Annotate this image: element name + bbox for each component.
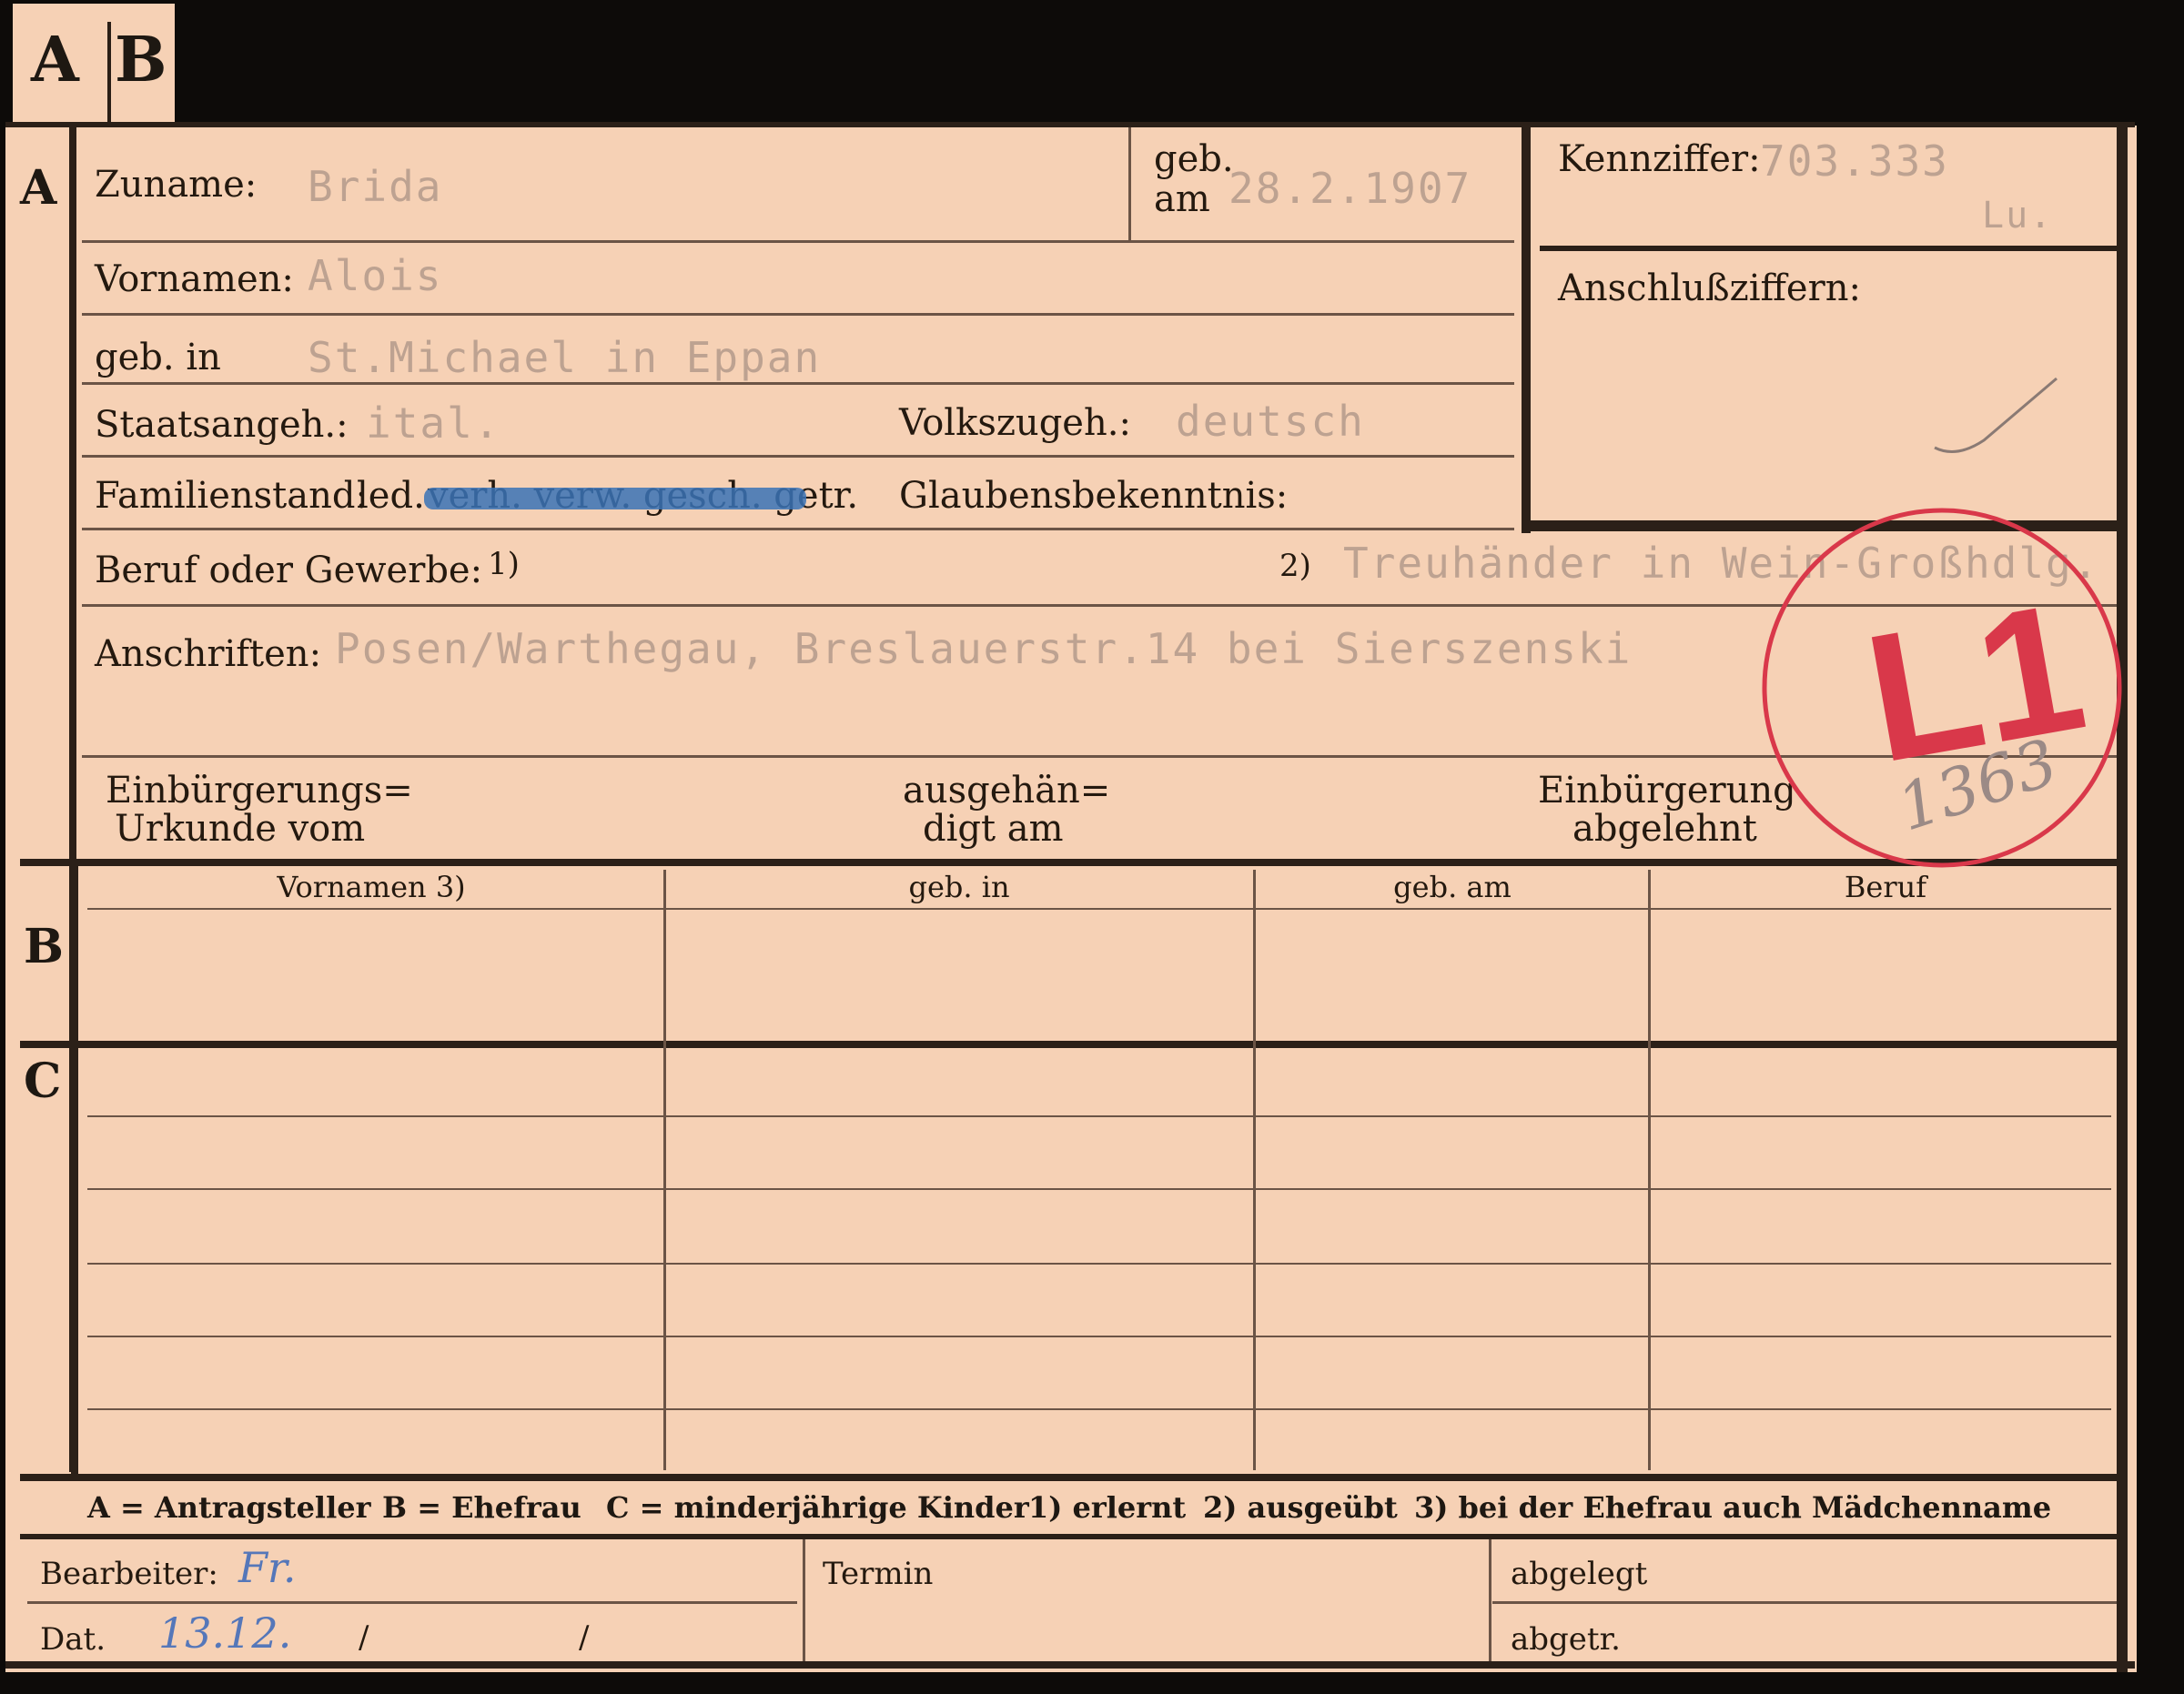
beruf-footnote-1: 1): [488, 546, 520, 582]
ausgehaendigt-label-bottom: digt am: [923, 808, 1064, 850]
datum-label: Dat.: [40, 1621, 106, 1658]
kennziffer-suffix: Lu.: [1982, 195, 2054, 237]
geb-am-value: 28.2.1907: [1228, 164, 1472, 213]
urkunde-label-bottom: Urkunde vom: [115, 808, 366, 850]
datum-value: 13.12.: [158, 1608, 292, 1658]
tab-letter-a: A: [31, 24, 79, 96]
legend-note-3: 3) bei der Ehefrau auch Mädchenname: [1414, 1490, 2052, 1525]
row-rule: [82, 382, 1514, 385]
pencil-checkmark-icon: [1934, 377, 2058, 453]
abgelehnt-label-top: Einbürgerung: [1538, 770, 1796, 812]
column-header-beruf: Beruf: [1844, 870, 1927, 904]
zuname-divider: [1128, 127, 1131, 240]
beruf-footnote-2: 2): [1279, 548, 1311, 584]
table-row-rule: [87, 1263, 2111, 1265]
abgelegt-label: abgelegt: [1511, 1556, 1648, 1592]
table-row-rule: [87, 1115, 2111, 1117]
familienstand-label: Familienstand:: [95, 475, 368, 517]
legend-a: A = Antragsteller: [87, 1490, 371, 1525]
card-tab: A B: [13, 4, 175, 127]
section-a-marker: A: [20, 160, 57, 216]
header-rule: [87, 908, 2111, 910]
footer-row-rule: [27, 1601, 797, 1604]
card-top-rule: [5, 122, 2135, 127]
datum-slash-2: /: [579, 1619, 590, 1656]
footer-divider: [803, 1539, 805, 1661]
geb-in-label: geb. in: [95, 337, 221, 378]
legend-c: C = minderjährige Kinder: [606, 1490, 1029, 1525]
section-b-marker: B: [24, 919, 64, 974]
volkszugeh-value: deutsch: [1176, 397, 1365, 446]
abgelehnt-label-bottom: abgelehnt: [1572, 808, 1757, 850]
row-rule: [82, 528, 1514, 530]
row-rule: [82, 455, 1514, 458]
legend-bottom-rule: [20, 1534, 2128, 1539]
table-left-rule: [71, 866, 78, 1476]
zuname-label: Zuname:: [95, 164, 258, 206]
tab-divider: [107, 22, 111, 126]
anschriften-value: Posen/Warthegau, Breslauerstr.14 bei Sie…: [335, 624, 1633, 673]
staatsangeh-label: Staatsangeh.:: [95, 404, 349, 446]
kennziffer-label: Kennziffer:: [1558, 138, 1761, 180]
row-rule: [82, 240, 1514, 243]
column-header-geb-am: geb. am: [1393, 870, 1512, 904]
table-row-rule: [87, 1188, 2111, 1190]
familienstand-led: led.: [357, 475, 425, 517]
termin-label: Termin: [823, 1556, 934, 1592]
footer-divider: [1489, 1539, 1491, 1661]
beruf-label: Beruf oder Gewerbe:: [95, 550, 483, 591]
column-header-geb-in: geb. in: [908, 870, 1010, 904]
abgetr-label: abgetr.: [1511, 1621, 1621, 1658]
card-bottom-rule: [5, 1661, 2135, 1669]
card-right-rule: [2117, 126, 2128, 1672]
geb-in-value: St.Michael in Eppan: [308, 333, 822, 382]
table-row-rule: [87, 1336, 2111, 1337]
section-c-bottom-rule: [20, 1474, 2128, 1481]
section-c-marker: C: [24, 1054, 62, 1109]
vornamen-value: Alois: [308, 251, 443, 300]
glaubensbekenntnis-label: Glaubensbekenntnis:: [899, 475, 1289, 517]
legend-b: B = Ehefrau: [382, 1490, 581, 1525]
kennziffer-value: 703.333: [1760, 136, 1949, 186]
anschriften-label: Anschriften:: [95, 633, 322, 675]
table-row-rule: [87, 1408, 2111, 1410]
datum-slash-1: /: [359, 1619, 369, 1656]
footer-row-rule: [1492, 1601, 2117, 1604]
geb-am-label-top: geb.: [1154, 138, 1234, 180]
ausgehaendigt-label-top: ausgehän=: [903, 770, 1111, 812]
column-header-vornamen: Vornamen 3): [277, 870, 466, 904]
column-divider: [1253, 870, 1256, 1470]
bearbeiter-label: Bearbeiter:: [40, 1556, 218, 1592]
vornamen-label: Vornamen:: [95, 258, 294, 300]
row-rule: [82, 313, 1514, 316]
staatsangeh-value: ital.: [366, 398, 501, 448]
column-divider: [1648, 870, 1651, 1470]
tab-letter-b: B: [115, 24, 167, 96]
anschlussziffern-label: Anschlußziffern:: [1558, 267, 1861, 309]
red-l1-stamp: L1 1363: [1760, 506, 2124, 870]
column-divider: [663, 870, 666, 1470]
section-b-bottom-rule: [20, 1041, 2128, 1048]
blue-strikethrough: [424, 488, 806, 509]
legend-note-1: 1) erlernt: [1028, 1490, 1187, 1525]
zuname-value: Brida: [308, 162, 443, 211]
bearbeiter-value: Fr.: [238, 1543, 297, 1592]
legend-note-2: 2) ausgeübt: [1203, 1490, 1398, 1525]
geb-am-label-bottom: am: [1154, 178, 1210, 220]
volkszugeh-label: Volkszugeh.:: [899, 402, 1131, 444]
urkunde-label-top: Einbürgerungs=: [106, 770, 413, 812]
kennziffer-divider: [1540, 246, 2117, 251]
kennziffer-box-left: [1522, 127, 1531, 533]
